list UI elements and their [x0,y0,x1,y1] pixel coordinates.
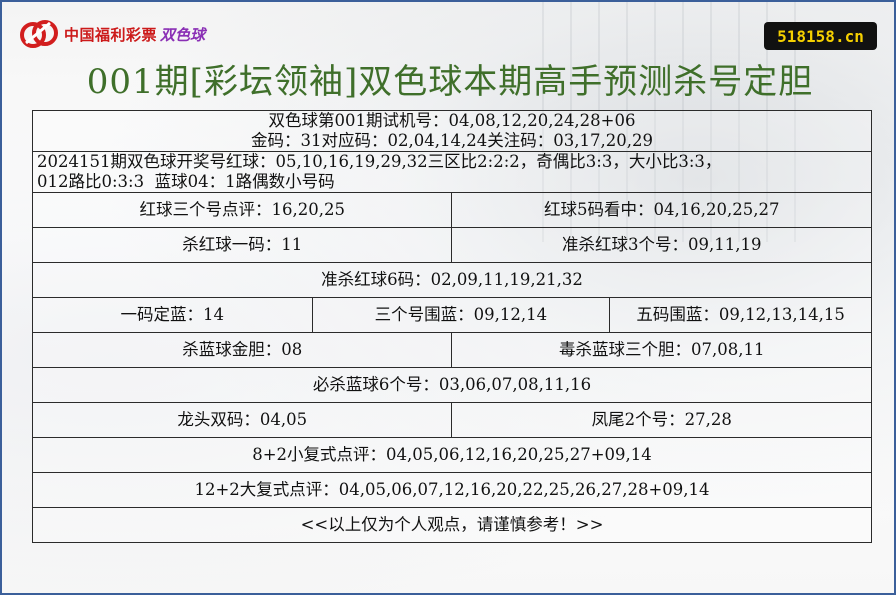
gold-number-line: 金码：31对应码：02,04,14,24关注码：03,17,20,29 [251,131,653,150]
table-row: 双色球第001期试机号：04,08,12,20,24,28+06 金码：31对应… [32,110,872,152]
prediction-table: 双色球第001期试机号：04,08,12,20,24,28+06 金码：31对应… [31,110,872,543]
blue-one-cell: 一码定蓝：14 [32,297,313,333]
table-row: 一码定蓝：14 三个号围蓝：09,12,14 五码围蓝：09,12,13,14,… [32,297,872,333]
red-five-cell: 红球5码看中：04,16,20,25,27 [451,192,872,228]
table-row: 必杀蓝球6个号：03,06,07,08,11,16 [32,367,872,403]
page-frame: 中国福利彩票 双色球 518158.cn 001期[彩坛领袖]双色球本期高手预测… [0,0,896,595]
blue-five-cell: 五码围蓝：09,12,13,14,15 [609,297,872,333]
red-three-cell: 红球三个号点评：16,20,25 [31,192,453,228]
page-title: 001期[彩坛领袖]双色球本期高手预测杀号定胆 [86,62,814,102]
trial-number-line: 双色球第001期试机号：04,08,12,20,24,28+06 [268,111,636,130]
disclaimer-cell: <<以上仅为个人观点，请谨慎参考！>> [32,507,872,543]
table-row: 准杀红球6码：02,09,11,19,21,32 [32,262,872,298]
kill-blue-gold-cell: 杀蓝球金胆：08 [31,332,453,368]
table-row: 8+2小复式点评：04,05,06,12,16,20,25,27+09,14 [32,437,872,473]
table-row: 2024151期双色球开奖号红球：05,10,16,19,29,32三区比2:2… [32,151,872,193]
draw-result-line-2: 012路比0:3:3 蓝球04：1路偶数小号码 [37,172,335,191]
table-row: 龙头双码：04,05 凤尾2个号：27,28 [31,402,872,438]
blue-three-cell: 三个号围蓝：09,12,14 [311,297,611,333]
kill-red-one-cell: 杀红球一码：11 [31,227,453,263]
kill-red-six-cell: 准杀红球6码：02,09,11,19,21,32 [32,262,872,298]
draw-result-line-1: 2024151期双色球开奖号红球：05,10,16,19,29,32三区比2:2… [37,152,722,171]
table-row: 12+2大复式点评：04,05,06,07,12,16,20,22,25,26,… [32,472,872,508]
welfare-lottery-logo-icon [20,20,58,48]
dragon-head-cell: 龙头双码：04,05 [31,402,453,438]
logo-text: 中国福利彩票 [64,25,158,44]
lottery-logo: 中国福利彩票 双色球 [20,19,205,49]
phoenix-tail-cell: 凤尾2个号：27,28 [451,402,872,438]
kill-blue-three-cell: 毒杀蓝球三个胆：07,08,11 [451,332,872,368]
big-combo-cell: 12+2大复式点评：04,05,06,07,12,16,20,22,25,26,… [32,472,872,508]
trial-number-cell: 双色球第001期试机号：04,08,12,20,24,28+06 金码：31对应… [32,110,872,152]
site-badge[interactable]: 518158.cn [764,22,877,50]
logo-ssq-text: 双色球 [160,25,206,44]
small-combo-cell: 8+2小复式点评：04,05,06,12,16,20,25,27+09,14 [32,437,872,473]
draw-result-cell: 2024151期双色球开奖号红球：05,10,16,19,29,32三区比2:2… [32,151,872,193]
table-row: <<以上仅为个人观点，请谨慎参考！>> [32,507,872,543]
table-row: 杀蓝球金胆：08 毒杀蓝球三个胆：07,08,11 [31,332,872,368]
table-row: 杀红球一码：11 准杀红球3个号：09,11,19 [31,227,872,263]
kill-blue-six-cell: 必杀蓝球6个号：03,06,07,08,11,16 [32,367,872,403]
table-row: 红球三个号点评：16,20,25 红球5码看中：04,16,20,25,27 [31,192,872,228]
kill-red-three-cell: 准杀红球3个号：09,11,19 [451,227,872,263]
